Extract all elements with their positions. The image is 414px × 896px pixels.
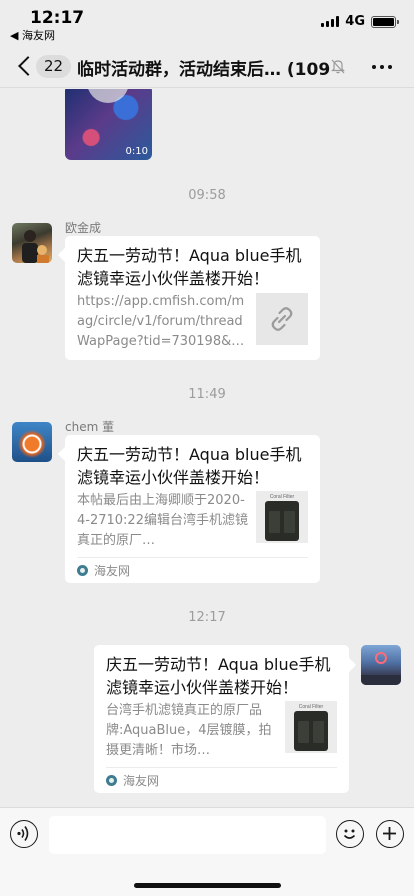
- card-title: 庆五一劳动节！Aqua blue手机滤镜幸运小伙伴盖楼开始！: [77, 445, 302, 487]
- back-to-app-link[interactable]: ◀ 海友网: [10, 27, 55, 43]
- article-card[interactable]: 庆五一劳动节！Aqua blue手机滤镜幸运小伙伴盖楼开始！ 台湾手机滤镜真正的…: [94, 645, 349, 793]
- card-footer: 海友网: [106, 767, 337, 793]
- video-duration: 0:10: [125, 146, 148, 157]
- emoji-icon[interactable]: [336, 820, 364, 848]
- avatar[interactable]: [361, 645, 401, 685]
- back-chevron-icon[interactable]: [18, 56, 38, 76]
- avatar-photo: [22, 230, 49, 263]
- card-description: 本帖最后由上海卿顺于2020-4-2710:22编辑台湾手机滤镜真正的原厂…: [77, 493, 248, 548]
- card-description: 台湾手机滤镜真正的原厂品牌:AquaBlue，4层镀膜，拍摄更清晰！市场…: [106, 703, 272, 758]
- source-name: 海友网: [123, 774, 160, 788]
- mute-bell-icon: [331, 59, 345, 74]
- source-logo-icon: [106, 775, 117, 786]
- link-card[interactable]: 庆五一劳动节！Aqua blue手机滤镜幸运小伙伴盖楼开始！ https://a…: [65, 236, 320, 360]
- sender-name: chem 董: [65, 420, 115, 434]
- source-logo-icon: [77, 565, 88, 576]
- avatar[interactable]: [12, 223, 52, 263]
- card-title: 庆五一劳动节！Aqua blue手机滤镜幸运小伙伴盖楼开始！: [77, 246, 302, 288]
- timestamp: 12:17: [188, 610, 226, 625]
- network-type: 4G: [345, 14, 365, 29]
- plus-icon[interactable]: [376, 820, 404, 848]
- timestamp: 09:58: [188, 188, 226, 203]
- play-icon: [87, 89, 129, 103]
- card-footer: 海友网: [77, 557, 308, 583]
- link-icon: [256, 293, 308, 345]
- status-bar: 12:17 ◀ 海友网 4G: [0, 0, 414, 44]
- unread-count-badge[interactable]: 22: [36, 55, 72, 78]
- svg-text:Coral Filter: Coral Filter: [270, 494, 295, 500]
- chat-area[interactable]: 0:10 09:58 欧金成 庆五一劳动节！Aqua blue手机滤镜幸运小伙伴…: [0, 89, 414, 807]
- message-input[interactable]: [49, 816, 326, 854]
- video-message[interactable]: 0:10: [65, 89, 152, 160]
- voice-icon[interactable]: [10, 820, 38, 848]
- card-thumbnail: Coral Filter: [285, 701, 337, 753]
- card-title: 庆五一劳动节！Aqua blue手机滤镜幸运小伙伴盖楼开始！: [106, 655, 331, 697]
- svg-text:Coral Filter: Coral Filter: [299, 704, 324, 710]
- card-thumbnail: Coral Filter: [256, 491, 308, 543]
- timestamp: 11:49: [188, 387, 226, 402]
- card-url: https://app.cmfish.com/mag/circle/v1/for…: [77, 294, 245, 349]
- chat-title: 临时活动群，活动结束后… (109): [77, 60, 330, 80]
- avatar[interactable]: [12, 422, 52, 462]
- more-icon[interactable]: [372, 65, 392, 69]
- avatar-photo: [361, 652, 401, 685]
- source-name: 海友网: [94, 564, 131, 578]
- sender-name: 欧金成: [65, 221, 102, 235]
- signal-icon: [321, 16, 340, 27]
- status-indicators: 4G: [321, 14, 399, 29]
- nav-bar: 22 临时活动群，活动结束后… (109): [0, 44, 414, 88]
- battery-icon: [371, 15, 399, 28]
- status-time: 12:17: [30, 8, 85, 28]
- article-card[interactable]: 庆五一劳动节！Aqua blue手机滤镜幸运小伙伴盖楼开始！ 本帖最后由上海卿顺…: [65, 435, 320, 583]
- home-indicator[interactable]: [134, 883, 281, 888]
